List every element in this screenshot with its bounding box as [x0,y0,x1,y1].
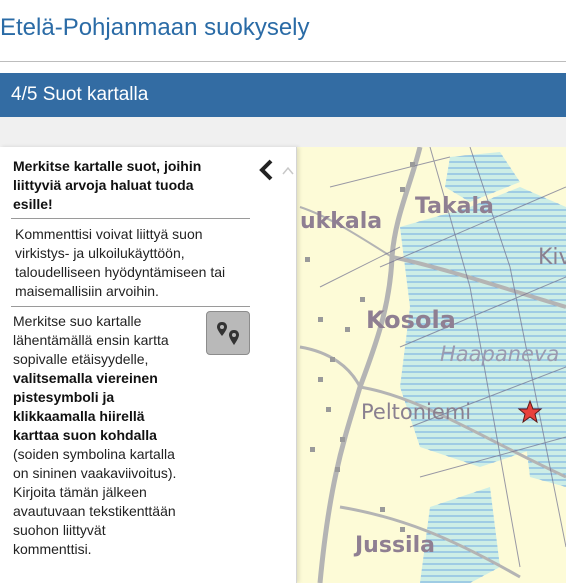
panel-header: Merkitse kartalle suot, joihin liittyviä… [13,158,202,212]
panel-divider [11,218,250,219]
instructions-bold-text: valitsemalla viereinen pistesymboli ja k… [13,370,158,443]
panel-divider [11,306,250,307]
section-title: 4/5 Suot kartalla [11,84,149,105]
instructions-panel: Merkitse kartalle suot, joihin liittyviä… [0,147,297,583]
scroll-up-icon[interactable] [281,164,295,176]
section-header: 4/5 Suot kartalla [0,73,566,117]
map-label-peltoniemi: Peltoniemi [361,400,472,424]
title-divider [0,61,566,62]
map-label-takala: Takala [415,194,494,219]
panel-instructions: Merkitse suo kartalle lähentämällä ensin… [13,312,183,559]
map-pins-icon [217,322,239,345]
map-label-haapaneva: Haapaneva [440,342,560,366]
map-label-kiv: Kiv [538,245,566,270]
chevron-left-icon[interactable] [257,158,275,182]
map-label-jussila: Jussila [355,533,435,558]
content-spacer [0,117,566,147]
instructions-text: (soiden symbolina kartalla on sininen va… [13,446,177,557]
map-label-ukkala: ukkala [300,209,383,234]
instructions-text: Merkitse suo kartalle lähentämällä ensin… [13,313,169,367]
map-label-kosola: Kosola [366,306,456,334]
page-title: Etelä-Pohjanmaan suokysely [0,14,310,41]
panel-intro-text: Kommenttisi voivat liittyä suon virkisty… [15,226,226,299]
point-tool-button[interactable] [206,311,250,355]
